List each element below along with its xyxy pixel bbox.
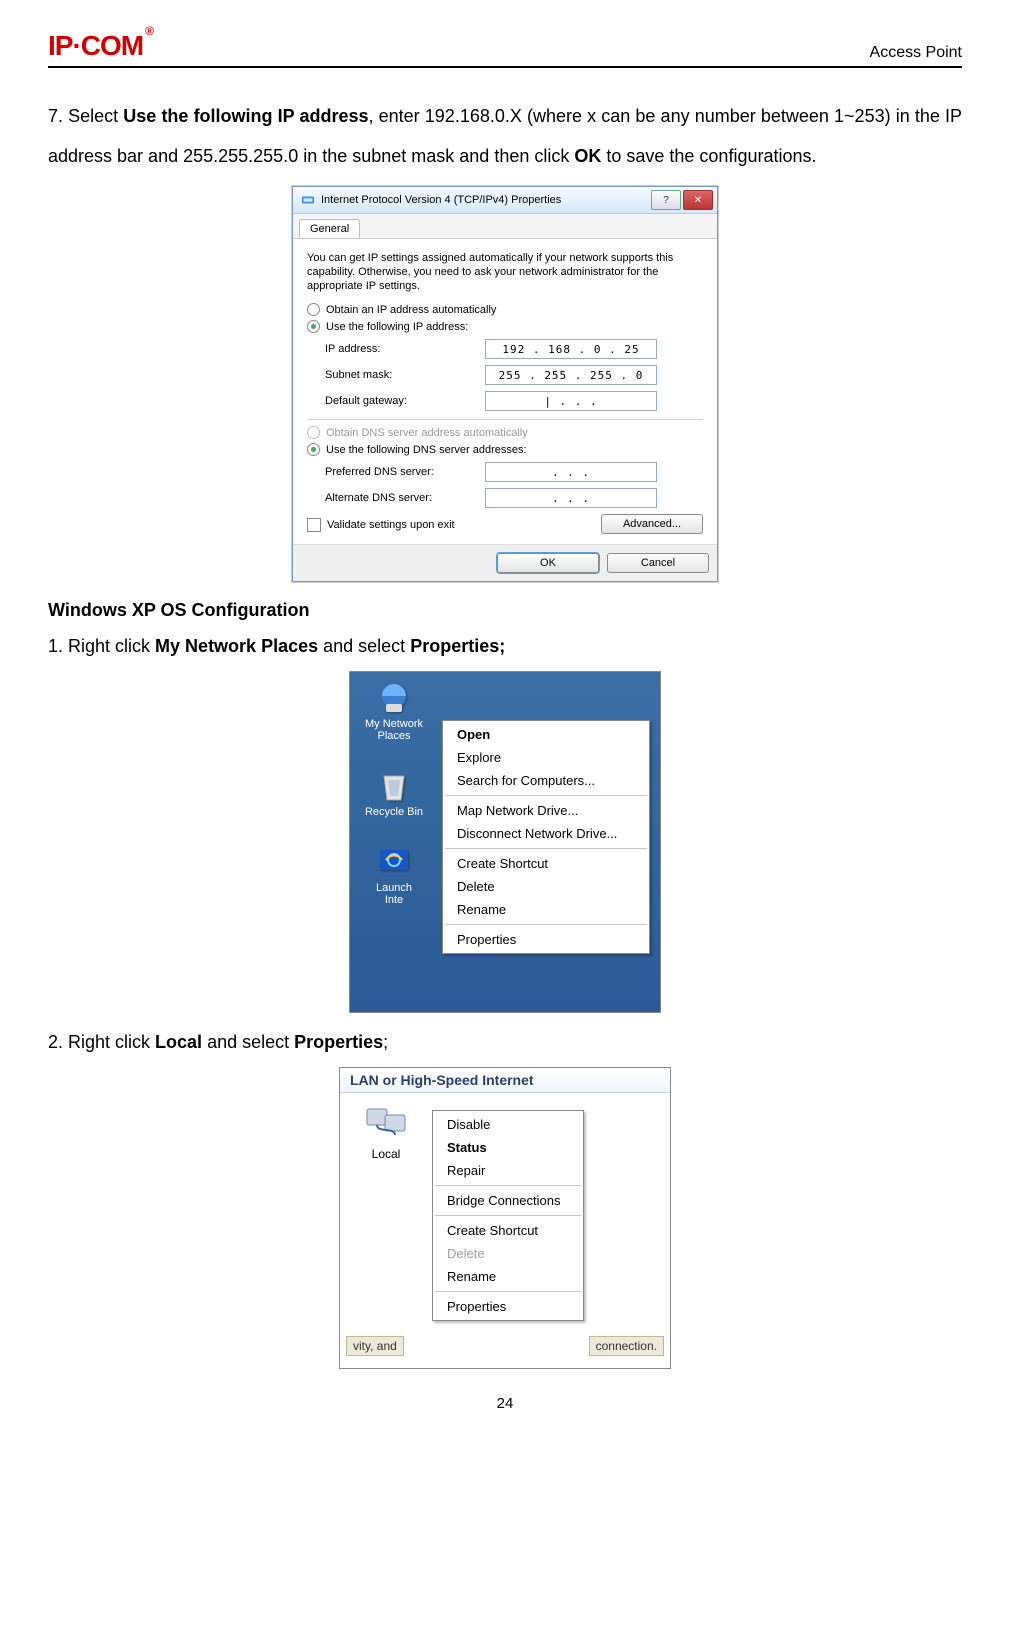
label-ip: IP address: (325, 343, 485, 355)
ctx-status[interactable]: Status (433, 1136, 583, 1159)
figure-lan-context-menu: LAN or High-Speed Internet Local Disable… (339, 1067, 671, 1369)
validate-checkbox[interactable] (307, 518, 321, 532)
ctx-create-shortcut[interactable]: Create Shortcut (433, 1219, 583, 1242)
label-default-gateway: Default gateway: (325, 395, 485, 407)
network-icon (301, 193, 315, 207)
label-subnet-mask: Subnet mask: (325, 369, 485, 381)
page-header: IP·COM® Access Point (48, 30, 962, 68)
lan-group-heading: LAN or High-Speed Internet (340, 1068, 670, 1093)
close-button[interactable]: ✕ (683, 190, 713, 210)
figure-xp-context-menu: My Network Places Recycle Bin LaunchInte… (349, 671, 661, 1013)
ctx-repair[interactable]: Repair (433, 1159, 583, 1182)
ctx-properties[interactable]: Properties (443, 928, 649, 951)
desktop-icon-internet[interactable]: LaunchInte (358, 844, 430, 906)
dialog-titlebar: Internet Protocol Version 4 (TCP/IPv4) P… (293, 187, 717, 214)
lan-connection-icon[interactable] (363, 1103, 409, 1143)
radio-obtain-dns: Obtain DNS server address automatically (307, 426, 703, 439)
radio-icon (307, 426, 320, 439)
ctx-disable[interactable]: Disable (433, 1113, 583, 1136)
ctx-create-shortcut[interactable]: Create Shortcut (443, 852, 649, 875)
ctx-explore[interactable]: Explore (443, 746, 649, 769)
ctx-delete[interactable]: Delete (443, 875, 649, 898)
ctx-delete: Delete (433, 1242, 583, 1265)
dialog-title: Internet Protocol Version 4 (TCP/IPv4) P… (321, 194, 561, 206)
ok-button[interactable]: OK (497, 553, 599, 573)
alternate-dns-field[interactable]: . . . (485, 488, 657, 508)
tab-general[interactable]: General (299, 219, 360, 238)
brand-logo: IP·COM® (48, 30, 151, 62)
radio-use-dns[interactable]: Use the following DNS server addresses: (307, 443, 703, 456)
radio-icon (307, 443, 320, 456)
desktop-icon-recycle-bin[interactable]: Recycle Bin (358, 768, 430, 818)
preferred-dns-field[interactable]: . . . (485, 462, 657, 482)
page-number: 24 (48, 1395, 962, 1412)
radio-icon (307, 303, 320, 316)
label-alternate-dns: Alternate DNS server: (325, 492, 485, 504)
statusbar-fragment-left: vity, and (346, 1336, 404, 1356)
lan-context-menu: Disable Status Repair Bridge Connections… (432, 1110, 584, 1321)
desktop-icon-network-places[interactable]: My Network Places (358, 680, 430, 742)
help-button[interactable]: ? (651, 190, 681, 210)
validate-label: Validate settings upon exit (327, 519, 455, 531)
ctx-properties[interactable]: Properties (433, 1295, 583, 1318)
ctx-map-drive[interactable]: Map Network Drive... (443, 799, 649, 822)
radio-obtain-ip[interactable]: Obtain an IP address automatically (307, 303, 703, 316)
dialog-tabstrip: General (293, 214, 717, 239)
statusbar-fragment-right: connection. (589, 1336, 664, 1356)
ctx-bridge[interactable]: Bridge Connections (433, 1189, 583, 1212)
label-preferred-dns: Preferred DNS server: (325, 466, 485, 478)
ctx-open[interactable]: Open (443, 723, 649, 746)
ctx-disconnect-drive[interactable]: Disconnect Network Drive... (443, 822, 649, 845)
step1-text: 1. Right click My Network Places and sel… (48, 631, 962, 661)
radio-use-ip[interactable]: Use the following IP address: (307, 320, 703, 333)
subnet-mask-field[interactable]: 255 . 255 . 255 . 0 (485, 365, 657, 385)
section-heading-xp: Windows XP OS Configuration (48, 600, 962, 621)
ipv4-properties-dialog: Internet Protocol Version 4 (TCP/IPv4) P… (292, 186, 718, 582)
header-title: Access Point (870, 44, 962, 62)
default-gateway-field[interactable]: | . . . (485, 391, 657, 411)
ctx-search-computers[interactable]: Search for Computers... (443, 769, 649, 792)
radio-icon (307, 320, 320, 333)
context-menu: Open Explore Search for Computers... Map… (442, 720, 650, 954)
paragraph-step7: 7. Select Use the following IP address, … (48, 96, 962, 176)
cancel-button[interactable]: Cancel (607, 553, 709, 573)
ctx-rename[interactable]: Rename (443, 898, 649, 921)
advanced-button[interactable]: Advanced... (601, 514, 703, 534)
ctx-rename[interactable]: Rename (433, 1265, 583, 1288)
ip-address-field[interactable]: 192 . 168 . 0 . 25 (485, 339, 657, 359)
lan-icon-label: Local (356, 1147, 416, 1161)
dialog-hint: You can get IP settings assigned automat… (307, 251, 703, 293)
step2-text: 2. Right click Local and select Properti… (48, 1027, 962, 1057)
